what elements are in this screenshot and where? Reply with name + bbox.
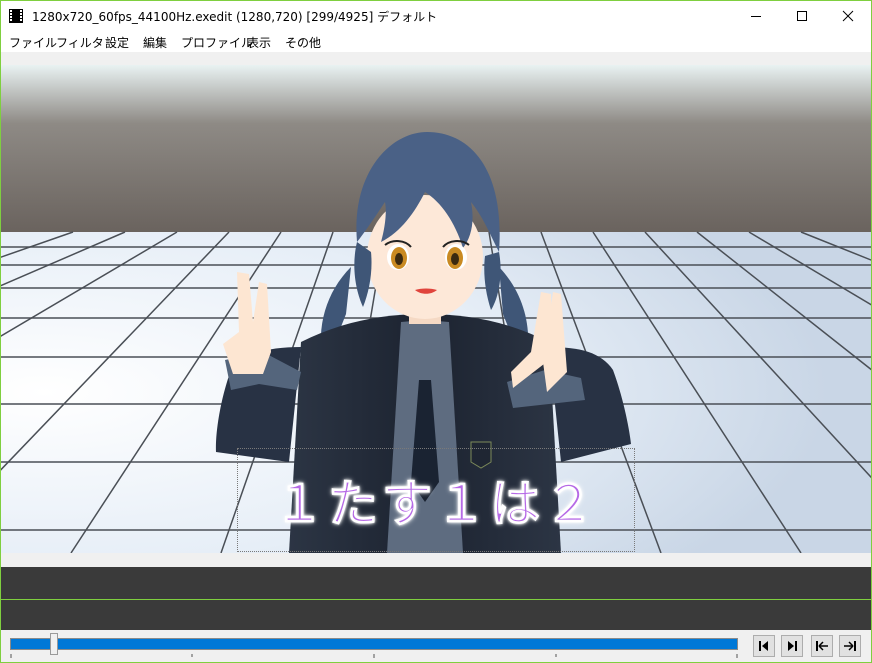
title-bar[interactable]: 1280x720_60fps_44100Hz.exedit (1280,720)… [1, 1, 871, 31]
caption-selection-box[interactable]: １たす１は２ [237, 448, 635, 552]
window-title: 1280x720_60fps_44100Hz.exedit (1280,720)… [32, 10, 438, 24]
maximize-icon [797, 11, 807, 21]
menu-bar: ファイル フィルタ 設定 編集 プロファイル 表示 その他 [1, 31, 871, 52]
seek-ticks [10, 654, 738, 658]
next-frame-button[interactable] [781, 635, 803, 657]
close-button[interactable] [825, 1, 871, 31]
minimize-button[interactable] [733, 1, 779, 31]
menu-filter[interactable]: フィルタ [56, 34, 104, 51]
close-icon [842, 10, 854, 22]
app-window: 1280x720_60fps_44100Hz.exedit (1280,720)… [0, 0, 872, 663]
seek-track[interactable] [10, 638, 738, 650]
next-frame-icon [788, 641, 797, 651]
jump-start-button[interactable] [811, 635, 833, 657]
menu-profile[interactable]: プロファイル [181, 34, 253, 51]
menu-edit[interactable]: 編集 [143, 34, 167, 51]
jump-start-icon [816, 641, 828, 651]
minimize-icon [751, 16, 761, 17]
menu-file[interactable]: ファイル [9, 34, 57, 51]
seek-thumb[interactable] [50, 633, 59, 655]
playback-controls [1, 630, 871, 662]
caption-text: １たす１は２ [274, 475, 598, 534]
preview-area[interactable]: １たす１は２ [1, 52, 871, 553]
menu-other[interactable]: その他 [285, 34, 321, 51]
prev-frame-icon [759, 641, 768, 651]
film-strip-icon [9, 9, 23, 23]
timeline-layer-top [1, 567, 871, 599]
maximize-button[interactable] [779, 1, 825, 31]
menu-settings[interactable]: 設定 [105, 34, 129, 51]
timeline-layer-bottom [1, 600, 871, 630]
menu-view[interactable]: 表示 [247, 34, 271, 51]
jump-end-button[interactable] [839, 635, 861, 657]
jump-end-icon [844, 641, 856, 651]
prev-frame-button[interactable] [753, 635, 775, 657]
